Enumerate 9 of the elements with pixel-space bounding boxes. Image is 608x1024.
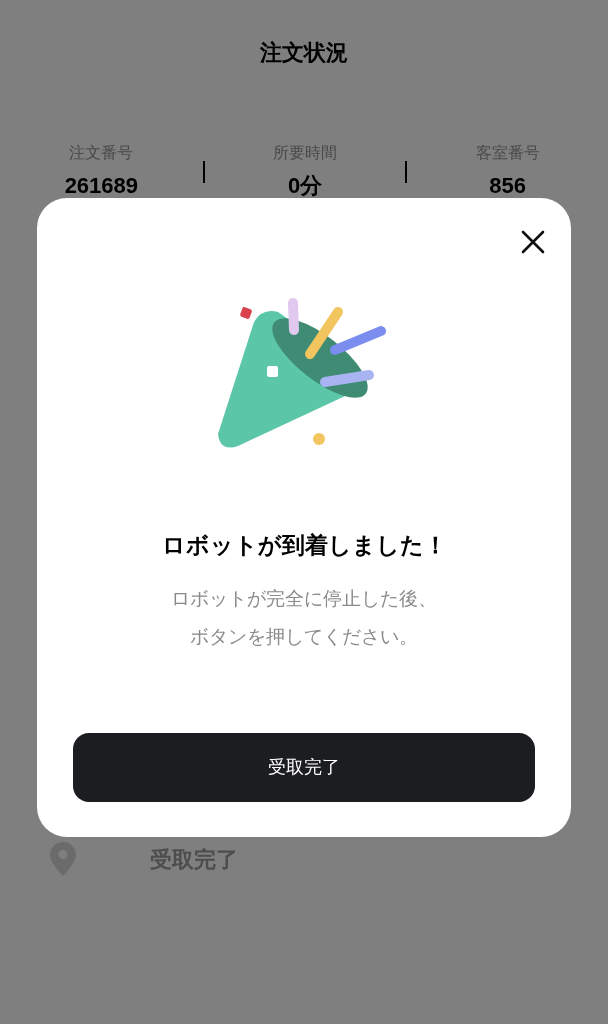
stat-value: 0分 — [287, 172, 323, 200]
stat-value: 856 — [489, 172, 527, 200]
receive-complete-button[interactable]: 受取完了 — [73, 733, 535, 802]
stat-value: 261689 — [64, 172, 139, 200]
dialog-title: ロボットが到着しました！ — [161, 531, 447, 560]
dialog-message: ボタンを押してください。 — [190, 625, 418, 649]
page-title: 注文状況 — [260, 39, 348, 67]
dialog-message: ロボットが完全に停止した後、 — [171, 586, 437, 611]
close-icon[interactable] — [519, 228, 547, 256]
